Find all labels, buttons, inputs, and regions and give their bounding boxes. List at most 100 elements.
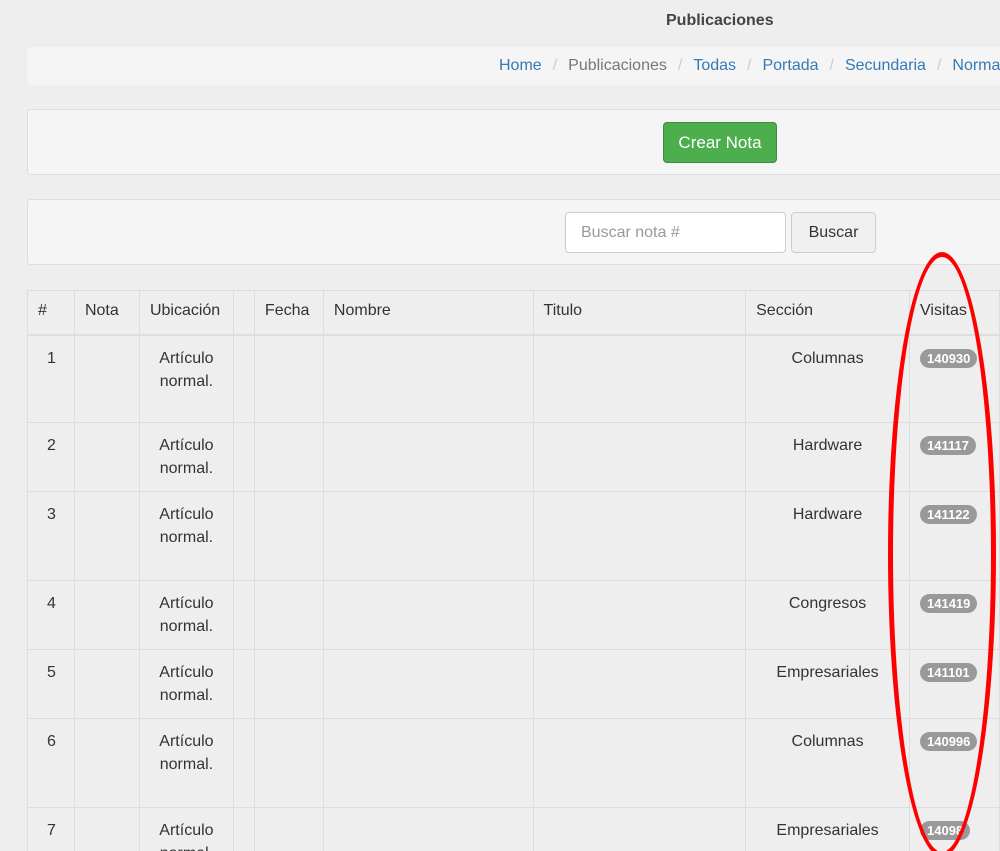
breadcrumb-publicaciones: Publicaciones — [568, 57, 667, 74]
row-titulo — [532, 649, 747, 719]
row-seccion: Empresariales — [745, 649, 910, 719]
row-fecha — [253, 807, 324, 851]
row-number: 3 — [27, 491, 75, 581]
row-titulo — [532, 807, 747, 851]
row-number: 2 — [27, 422, 75, 492]
create-note-button[interactable]: Crear Nota — [663, 122, 777, 163]
row-nombre — [322, 422, 534, 492]
row-fecha — [253, 580, 324, 650]
column-header-titulo[interactable]: Titulo — [532, 290, 747, 336]
row-ubicacion: Artículo normal. — [138, 718, 234, 808]
row-seccion: Hardware — [745, 422, 910, 492]
table-row[interactable]: 5 Artículo normal. Empresariales 141101 — [27, 649, 1000, 719]
column-header-ubicacion[interactable]: Ubicación — [138, 290, 234, 336]
row-visitas: 140996 — [909, 718, 1000, 808]
visits-badge: 141101 — [920, 663, 977, 682]
row-blank — [232, 807, 255, 851]
row-nota — [73, 718, 140, 808]
row-visitas: 141419 — [909, 580, 1000, 650]
row-blank — [232, 491, 255, 581]
row-visitas: 141101 — [909, 649, 1000, 719]
breadcrumb-portada[interactable]: Portada — [762, 57, 818, 75]
row-fecha — [253, 422, 324, 492]
row-seccion: Congresos — [745, 580, 910, 650]
visits-badge: 14098 — [920, 821, 971, 840]
column-header-nota[interactable]: Nota — [73, 290, 140, 336]
table-row[interactable]: 6 Artículo normal. Columnas 140996 — [27, 718, 1000, 808]
search-button[interactable]: Buscar — [791, 212, 876, 253]
column-header-seccion[interactable]: Sección — [745, 290, 910, 336]
row-nombre — [322, 580, 534, 650]
row-nombre — [322, 718, 534, 808]
column-header-number[interactable]: # — [27, 290, 75, 336]
row-titulo — [532, 334, 747, 423]
row-ubicacion: Artículo normal. — [138, 334, 234, 423]
row-seccion: Columnas — [745, 334, 910, 423]
page-title: Publicaciones — [666, 12, 774, 29]
row-fecha — [253, 649, 324, 719]
row-ubicacion: Artículo normal. — [138, 491, 234, 581]
row-number: 5 — [27, 649, 75, 719]
row-fecha — [253, 718, 324, 808]
create-panel: Crear Nota — [27, 109, 1000, 175]
search-input[interactable] — [565, 212, 786, 253]
row-number: 7 — [27, 807, 75, 851]
table-row[interactable]: 1 Artículo normal. Columnas 140930 — [27, 334, 1000, 423]
row-visitas: 140930 — [909, 334, 1000, 423]
search-panel: Buscar — [27, 199, 1000, 265]
column-header-fecha[interactable]: Fecha — [253, 290, 324, 336]
row-nombre — [322, 807, 534, 851]
table-row[interactable]: 3 Artículo normal. Hardware 141122 — [27, 491, 1000, 581]
row-blank — [232, 334, 255, 423]
breadcrumb-home[interactable]: Home — [499, 57, 542, 75]
row-number: 6 — [27, 718, 75, 808]
visits-badge: 141419 — [920, 594, 978, 613]
row-titulo — [532, 422, 747, 492]
row-titulo — [532, 718, 747, 808]
row-nota — [73, 580, 140, 650]
row-nombre — [322, 334, 534, 423]
breadcrumb-separator: / — [936, 57, 942, 74]
table-row[interactable]: 7 Artículo normal. Empresariales 14098 — [27, 807, 1000, 851]
breadcrumb-secundaria[interactable]: Secundaria — [845, 57, 926, 75]
row-titulo — [532, 491, 747, 581]
breadcrumb: Home / Publicaciones / Todas / Portada /… — [499, 57, 1000, 75]
row-visitas: 141122 — [909, 491, 1000, 581]
visits-badge: 140996 — [920, 732, 978, 751]
row-nombre — [322, 649, 534, 719]
row-seccion: Columnas — [745, 718, 910, 808]
row-nota — [73, 334, 140, 423]
column-header-visitas[interactable]: Visitas — [909, 290, 1000, 336]
row-blank — [232, 580, 255, 650]
visits-badge: 141117 — [920, 436, 976, 455]
row-blank — [232, 718, 255, 808]
breadcrumb-separator: / — [829, 57, 834, 74]
breadcrumb-separator: / — [677, 57, 683, 74]
row-visitas: 14098 — [909, 807, 1000, 851]
column-header-blank — [232, 290, 255, 336]
row-number: 1 — [27, 334, 75, 423]
row-nota — [73, 649, 140, 719]
visits-badge: 140930 — [920, 348, 978, 368]
row-nota — [73, 422, 140, 492]
row-ubicacion: Artículo normal. — [138, 649, 234, 719]
visits-badge: 141122 — [920, 505, 977, 524]
row-nombre — [322, 491, 534, 581]
breadcrumb-todas[interactable]: Todas — [693, 57, 736, 75]
row-ubicacion: Artículo normal. — [138, 807, 234, 851]
row-visitas: 141117 — [909, 422, 1000, 492]
row-seccion: Empresariales — [745, 807, 910, 851]
column-header-nombre[interactable]: Nombre — [322, 290, 534, 336]
row-ubicacion: Artículo normal. — [138, 422, 234, 492]
breadcrumb-separator: / — [747, 57, 752, 74]
row-nota — [73, 807, 140, 851]
table-row[interactable]: 2 Artículo normal. Hardware 141117 — [27, 422, 1000, 492]
breadcrumb-normal[interactable]: Normal — [952, 57, 1000, 75]
row-number: 4 — [27, 580, 75, 650]
row-nota — [73, 491, 140, 581]
row-fecha — [253, 491, 324, 581]
table-row[interactable]: 4 Artículo normal. Congresos 141419 — [27, 580, 1000, 650]
row-ubicacion: Artículo normal. — [138, 580, 234, 650]
breadcrumb-separator: / — [552, 57, 558, 74]
publications-table: # Nota Ubicación Fecha Nombre Titulo Sec… — [27, 290, 1000, 851]
